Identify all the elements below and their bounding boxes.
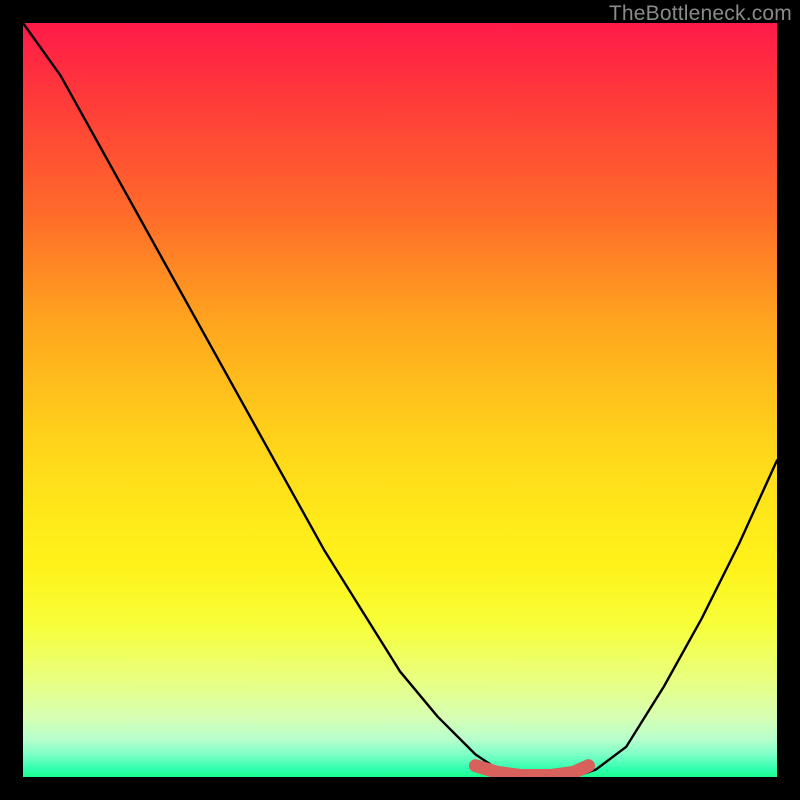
optimal-band-path [475, 766, 588, 776]
chart-plot-area [23, 23, 777, 777]
chart-frame: TheBottleneck.com [0, 0, 800, 800]
watermark-text: TheBottleneck.com [609, 2, 792, 26]
bottleneck-curve-path [23, 23, 777, 777]
chart-svg [23, 23, 777, 777]
